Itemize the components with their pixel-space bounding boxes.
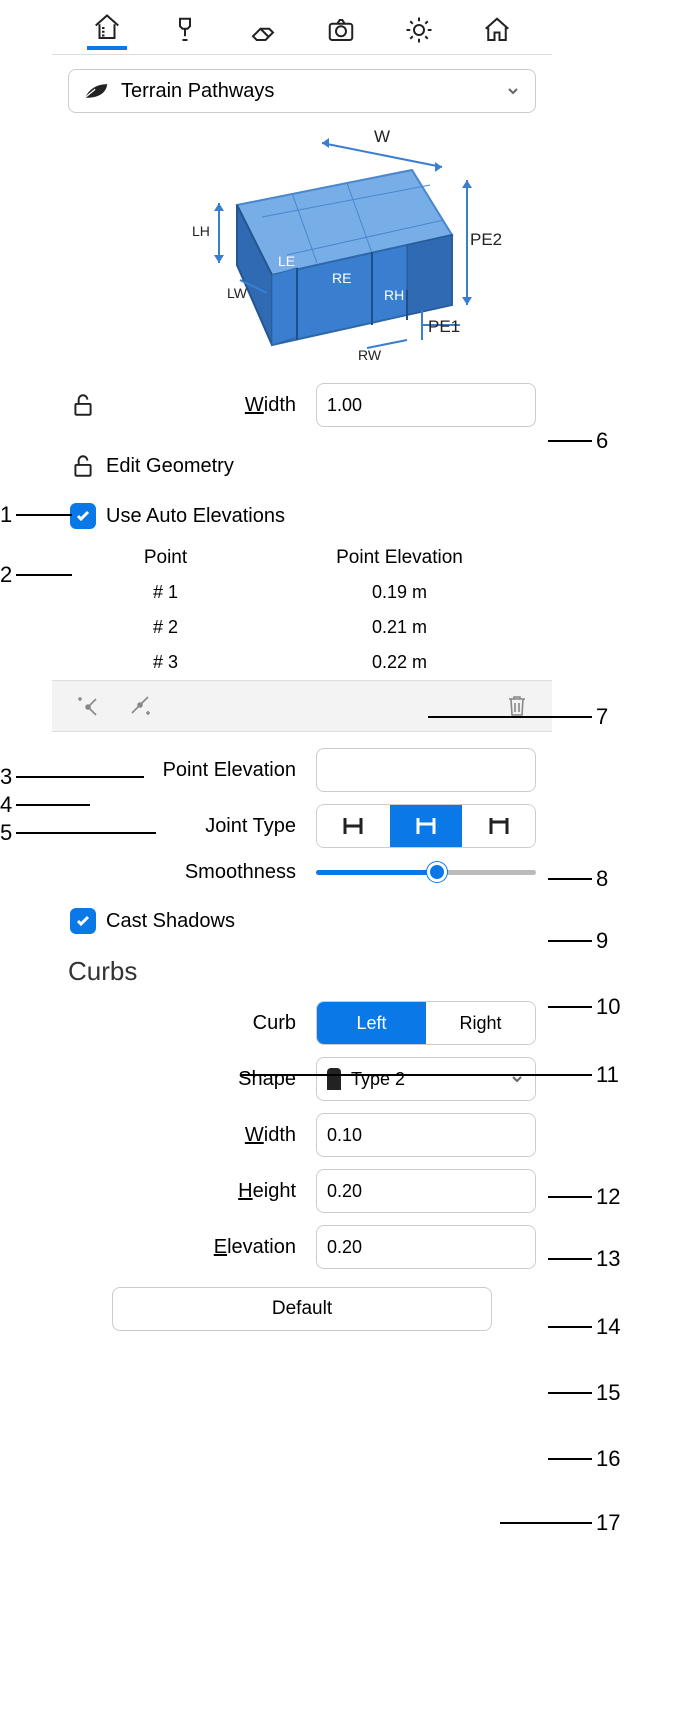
table-head-elevation: Point Elevation <box>263 547 536 569</box>
default-button[interactable]: Default <box>112 1287 492 1331</box>
table-row[interactable]: # 1 0.19 m <box>52 575 552 610</box>
tab-home[interactable] <box>477 10 517 50</box>
edit-geometry-label: Edit Geometry <box>106 455 234 478</box>
lock-open-icon[interactable] <box>70 453 96 479</box>
curb-elevation-spinner[interactable]: − + <box>316 1225 536 1269</box>
curb-elevation-input[interactable] <box>317 1237 536 1258</box>
use-auto-elevations-checkbox[interactable] <box>70 503 96 529</box>
curb-height-input[interactable] <box>317 1181 536 1202</box>
tab-light[interactable] <box>399 10 439 50</box>
cast-shadows-checkbox[interactable] <box>70 908 96 934</box>
category-label: Terrain Pathways <box>121 80 274 103</box>
joint-type-3[interactable] <box>462 805 535 847</box>
curb-left-button[interactable]: Left <box>317 1002 426 1044</box>
smoothness-label: Smoothness <box>70 861 306 884</box>
chevron-down-icon <box>505 83 521 99</box>
curb-right-button[interactable]: Right <box>426 1002 535 1044</box>
smoothness-slider[interactable] <box>316 860 536 884</box>
table-row[interactable]: # 2 0.21 m <box>52 610 552 645</box>
lock-open-icon[interactable] <box>70 392 96 418</box>
table-head-point: Point <box>68 547 263 569</box>
curb-side-segment[interactable]: Left Right <box>316 1001 536 1045</box>
tab-camera[interactable] <box>321 10 361 50</box>
curb-label: Curb <box>70 1012 306 1035</box>
curb-width-input[interactable] <box>317 1125 536 1146</box>
width-input[interactable] <box>317 395 536 416</box>
joint-type-2[interactable] <box>390 805 463 847</box>
tab-paint[interactable] <box>165 10 205 50</box>
point-elevation-spinner[interactable]: − + <box>316 748 536 792</box>
point-elevation-input[interactable] <box>317 760 536 781</box>
curb-height-spinner[interactable]: − + <box>316 1169 536 1213</box>
dimensions-diagram: W PE2 PE1 LH LE RE LW RW RH <box>122 125 482 365</box>
cast-shadows-label: Cast Shadows <box>106 910 235 933</box>
curb-width-spinner[interactable]: − + <box>316 1113 536 1157</box>
use-auto-elevations-label: Use Auto Elevations <box>106 505 285 528</box>
leaf-icon <box>83 81 109 101</box>
category-selector[interactable]: Terrain Pathways <box>68 69 536 113</box>
tab-erase[interactable] <box>243 10 283 50</box>
width-spinner[interactable]: − + <box>316 383 536 427</box>
joint-type-segment[interactable] <box>316 804 536 848</box>
tab-measure[interactable] <box>87 10 127 50</box>
add-point-after-button[interactable] <box>124 691 162 721</box>
add-point-before-button[interactable] <box>68 691 106 721</box>
table-row[interactable]: # 3 0.22 m <box>52 645 552 680</box>
curbs-title: Curbs <box>52 940 552 995</box>
joint-type-1[interactable] <box>317 805 390 847</box>
